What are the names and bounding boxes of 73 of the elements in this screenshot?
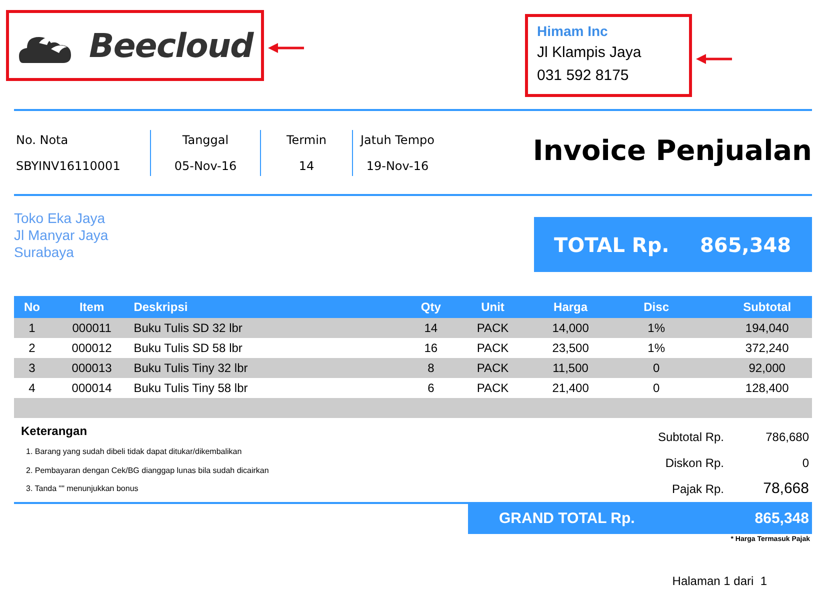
customer-line: Toko Eka Jaya [14,210,106,227]
summary-value: 786,680 [764,429,810,446]
grand-total-label: GRAND TOTAL Rp. [498,508,635,529]
note-text: 2. Pembayaran dengan Cek/BG dianggap lunas bila sudah dicairkan [25,464,269,477]
table-cell-text: 14 [423,320,439,337]
column-header: Deskripsi [134,299,189,316]
arrow-icon [696,54,732,64]
table-cell-text: 6 [426,380,436,397]
meta-label: Termin [286,132,327,148]
summary-value: 0 [801,455,810,472]
table-cell-text: 1% [646,340,666,357]
table-cell-text: 0 [652,380,661,397]
table-cell-text: 128,400 [744,380,790,397]
column-header: Unit [480,299,506,316]
grand-total-value: 865,348 [754,508,810,529]
table-cell-text: 1 [28,320,36,337]
total-label: TOTAL Rp. [553,232,670,258]
table-cell-text: Buku Tulis SD 58 lbr [134,340,244,357]
page-number: Halaman 1 dari 1 [672,572,767,590]
table-cell-text: 000011 [71,320,112,337]
column-header: Item [78,299,106,316]
notes-title: Keterangan [21,423,88,440]
meta-value: 19-Nov-16 [366,158,429,174]
table-cell-text: 8 [426,360,436,377]
note-text: 3. Tanda "" menunjukkan bonus [25,483,140,496]
column-header: Harga [552,299,589,316]
logo-text: Beecloud [89,24,253,67]
summary-label: Subtotal Rp. [656,429,724,446]
meta-value: 05-Nov-16 [174,158,237,174]
table-cell-text: PACK [476,380,510,397]
meta-label: No. Nota [16,132,68,148]
table-cell-text: 11,500 [552,360,590,377]
column-header: Disc [642,299,670,316]
summary-label: Pajak Rp. [670,481,724,498]
total-value: 865,348 [700,232,792,258]
table-cell-text: Buku Tulis Tiny 58 lbr [134,380,249,397]
meta-label: Jatuh Tempo [360,132,434,148]
column-header: Subtotal [742,299,792,316]
table-cell-text: 372,240 [744,340,790,357]
customer-line: Jl Manyar Jaya [14,227,108,244]
table-cell-text: PACK [476,340,510,357]
company-name: Himam Inc [537,22,609,41]
invoice-title: Invoice Penjualan [532,136,812,168]
table-cell-text: Buku Tulis SD 32 lbr [134,320,244,337]
table-cell-text: 194,040 [744,320,790,337]
table-cell-text: 1% [646,320,666,337]
table-cell-text: 0 [652,360,661,377]
table-cell-text: PACK [476,360,510,377]
note-text: 1. Barang yang sudah dibeli tidak dapat ditukar/dikembalikan [25,446,243,458]
table-cell-text: 21,400 [551,380,590,397]
table-cell-text: 2 [28,340,36,357]
table-cell-text: PACK [476,320,510,337]
table-cell-text: 3 [28,360,36,377]
table-cell-text: 000012 [70,340,113,357]
company-address: Jl Klampis Jaya [537,43,642,63]
column-header: Qty [420,299,442,316]
meta-value: 14 [298,158,314,174]
table-cell-text: 16 [423,340,439,357]
arrow-icon [268,43,304,53]
summary-label: Diskon Rp. [664,455,724,472]
meta-label: Tanggal [182,132,229,148]
summary-value: 78,668 [762,478,810,499]
meta-value: SBYINV16110001 [16,158,120,174]
table-cell-text: 000013 [70,360,113,377]
table-cell-text: 000014 [70,380,113,397]
table-cell-text: 23,500 [551,340,590,357]
customer-line: Surabaya [14,244,75,261]
table-cell-text: 92,000 [748,360,786,377]
column-header: No [22,299,41,316]
table-cell-text: 4 [28,380,36,397]
company-phone: 031 592 8175 [537,66,630,86]
table-cell-text: 14,000 [551,320,590,337]
table-cell-text: Buku Tulis Tiny 32 lbr [134,360,249,377]
